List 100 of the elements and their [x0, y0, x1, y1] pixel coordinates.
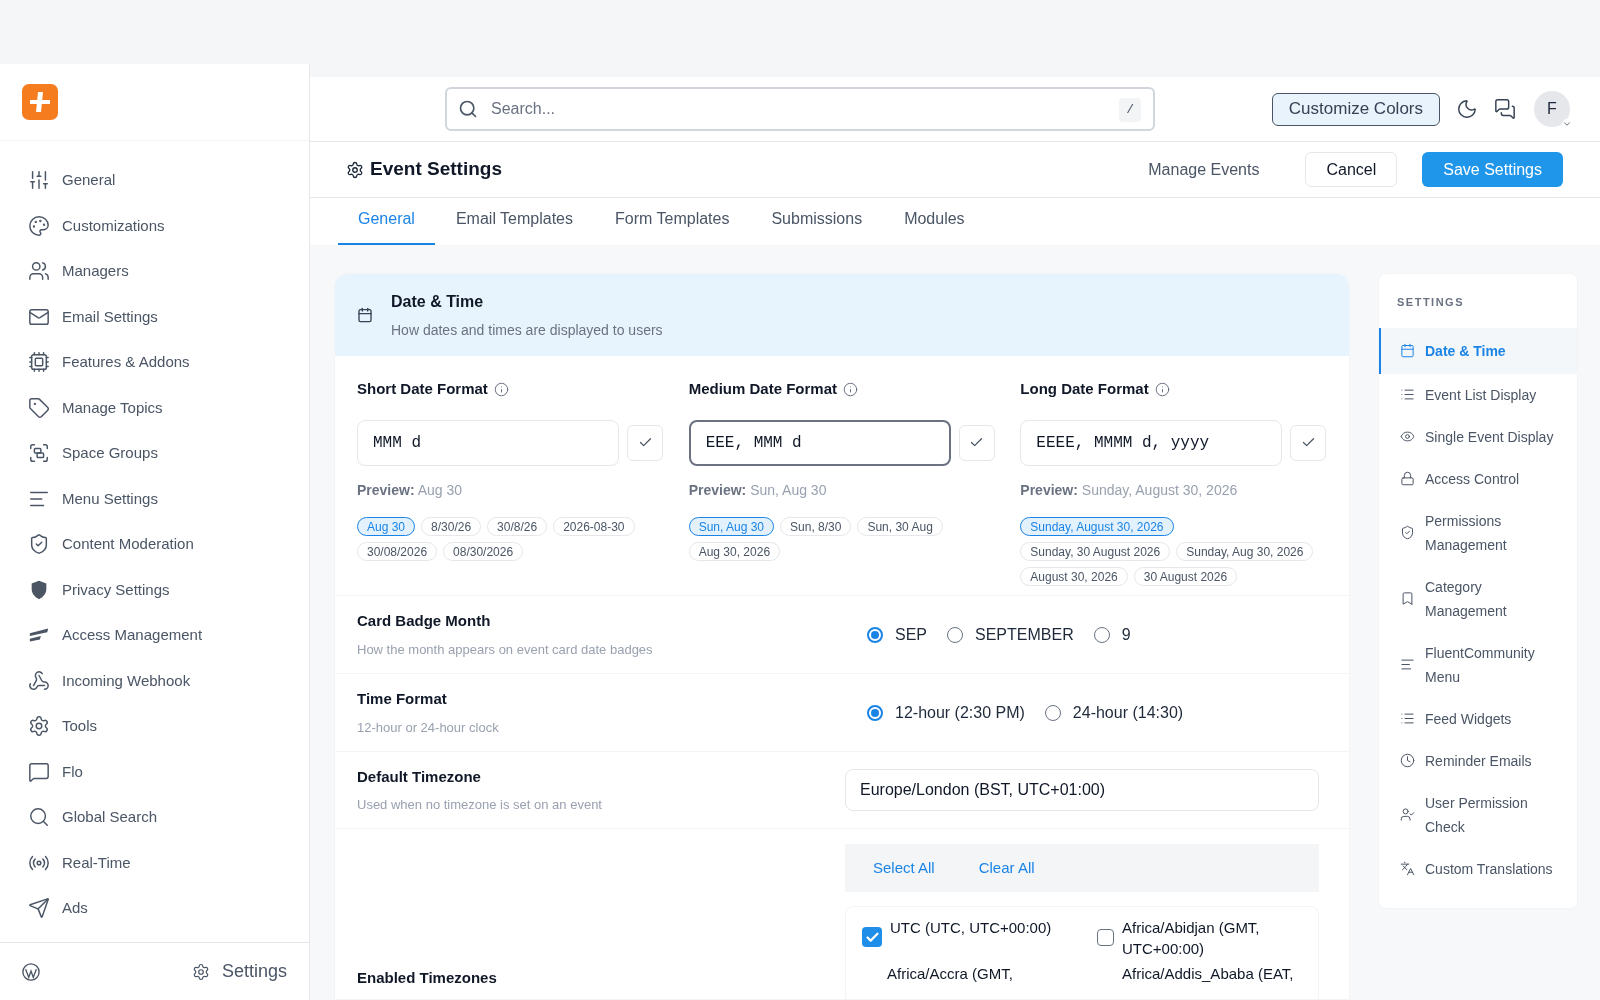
sidebar-item[interactable]: General	[28, 169, 281, 192]
gear-icon	[346, 160, 364, 179]
sidebar-item[interactable]: Ads	[28, 897, 281, 920]
sliders-icon	[28, 169, 50, 192]
calendar-icon	[357, 307, 373, 323]
setting-description: 12-hour or 24-hour clock	[357, 718, 500, 737]
checkbox[interactable]	[862, 927, 882, 947]
sidebar-item[interactable]: Real-Time	[28, 851, 281, 874]
nav-item[interactable]: Feed Widgets	[1379, 697, 1577, 740]
sidebar-item[interactable]: Space Groups	[28, 442, 281, 465]
field-label: Short Date Format	[357, 379, 488, 399]
list-icon	[1400, 387, 1415, 402]
radio-option[interactable]: 9	[1093, 622, 1131, 647]
lines-icon	[1400, 657, 1415, 672]
nav-item[interactable]: Reminder Emails	[1379, 739, 1577, 782]
radio-option[interactable]: SEP	[867, 622, 927, 647]
nav-item[interactable]: Access Control	[1379, 457, 1577, 500]
nav-item[interactable]: Custom Translations	[1379, 847, 1577, 890]
sidebar-item[interactable]: Manage Topics	[28, 396, 281, 419]
sidebar-item[interactable]: Managers	[28, 260, 281, 283]
preview-text: Preview: Sunday, August 30, 2026	[1020, 480, 1239, 500]
timezone-label: Africa/Abidjan (GMT, UTC+00:00)	[1122, 918, 1261, 959]
customize-colors-button[interactable]: Customize Colors	[1271, 92, 1440, 126]
tab[interactable]: Form Templates	[594, 207, 751, 245]
list-icon	[1400, 711, 1415, 726]
preview-text: Preview: Aug 30	[357, 480, 464, 500]
select-all-link[interactable]: Select All	[873, 856, 935, 880]
format-input[interactable]: EEE, MMM d	[688, 419, 951, 466]
setting-description: How the month appears on event card date badges	[357, 640, 654, 659]
nav-item[interactable]: Event List Display	[1379, 373, 1577, 416]
sidebar-item[interactable]: Email Settings	[28, 305, 281, 328]
timezone-label: UTC (UTC, UTC+00:00)	[890, 918, 1053, 938]
cancel-button[interactable]: Cancel	[1305, 152, 1398, 187]
radio-button[interactable]	[867, 704, 883, 721]
translate-icon	[1400, 861, 1415, 876]
tab[interactable]: Modules	[883, 207, 986, 245]
nav-item[interactable]: Single Event Display	[1379, 415, 1577, 458]
gear-icon	[28, 715, 50, 738]
field-label: Medium Date Format	[688, 379, 837, 399]
section-title: Date & Time	[391, 291, 485, 312]
format-chip[interactable]: Aug 30	[357, 516, 416, 536]
tab[interactable]: General	[338, 207, 435, 245]
setting-label: Card Badge Month	[357, 611, 492, 631]
avatar[interactable]: F	[1534, 91, 1570, 127]
shield-check-icon	[1400, 525, 1415, 540]
nav-item[interactable]: User Permission Check	[1379, 781, 1577, 848]
shortcut-key: /	[1119, 98, 1141, 122]
clear-all-link[interactable]: Clear All	[978, 856, 1035, 880]
calendar-icon	[1400, 343, 1415, 358]
lock-icon	[1400, 471, 1415, 486]
sidebar-item[interactable]: Tools	[28, 715, 281, 738]
search-icon	[28, 806, 50, 829]
sidebar-item[interactable]: Flo	[28, 760, 281, 783]
manage-events-link[interactable]: Manage Events	[1148, 157, 1260, 182]
send-icon	[28, 897, 50, 920]
palette-icon	[28, 214, 50, 237]
setting-label: Default Timezone	[357, 766, 482, 787]
chip-icon	[28, 351, 50, 374]
format-input[interactable]: MMM d	[357, 419, 619, 466]
sidebar-item[interactable]: Menu Settings	[28, 487, 281, 510]
nav-item[interactable]: FluentCommunity Menu	[1379, 631, 1577, 698]
chat-icon[interactable]	[1494, 98, 1516, 120]
clock-icon	[1400, 753, 1415, 768]
user-check-icon	[1400, 807, 1415, 822]
radio-option[interactable]: 24-hour (14:30)	[1044, 700, 1184, 725]
tab[interactable]: Submissions	[750, 207, 884, 245]
nav-item[interactable]: Date & Time	[1379, 327, 1577, 374]
timezone-select[interactable]: Europe/London (BST, UTC+01:00)	[845, 769, 1319, 811]
search-icon	[458, 99, 478, 119]
timezone-label: Africa/Accra (GMT,	[887, 964, 1014, 984]
nav-item[interactable]: Permissions Management	[1379, 499, 1577, 566]
chat-icon	[28, 760, 50, 783]
shield-check-icon	[28, 533, 50, 556]
logo-icon	[22, 84, 58, 120]
radio-option[interactable]: 12-hour (2:30 PM)	[867, 700, 1025, 725]
info-icon[interactable]	[1154, 381, 1170, 397]
moon-icon[interactable]	[1456, 98, 1478, 120]
preview-text: Preview: Sun, Aug 30	[688, 480, 828, 500]
radio-option[interactable]: SEPTEMBER	[947, 622, 1074, 647]
tag-icon	[28, 396, 50, 419]
tab[interactable]: Email Templates	[434, 207, 594, 245]
sidebar-item[interactable]: Incoming Webhook	[28, 669, 281, 692]
nav-item[interactable]: Category Management	[1379, 565, 1577, 632]
sidebar-item[interactable]: Global Search	[28, 806, 281, 829]
sidebar-item[interactable]: Customizations	[28, 214, 281, 237]
sidebar-item[interactable]: Access Management	[28, 624, 281, 647]
sidebar-item[interactable]: Features & Addons	[28, 351, 281, 374]
radio-button[interactable]	[867, 626, 883, 643]
eye-icon	[1400, 429, 1415, 444]
info-icon[interactable]	[843, 381, 858, 397]
format-input[interactable]: EEEE, MMMM d, yyyy	[1020, 419, 1283, 466]
sidebar-item[interactable]: Privacy Settings	[28, 578, 281, 601]
sidebar-item[interactable]: Content Moderation	[28, 533, 281, 556]
setting-description: Used when no timezone is set on an event	[357, 796, 603, 814]
settings-link[interactable]: Settings	[191, 958, 287, 985]
group-icon	[28, 442, 50, 465]
webhook-icon	[28, 669, 50, 692]
info-icon[interactable]	[493, 381, 509, 397]
checkbox[interactable]	[1097, 929, 1114, 946]
section-subtitle: How dates and times are displayed to users	[391, 320, 663, 340]
